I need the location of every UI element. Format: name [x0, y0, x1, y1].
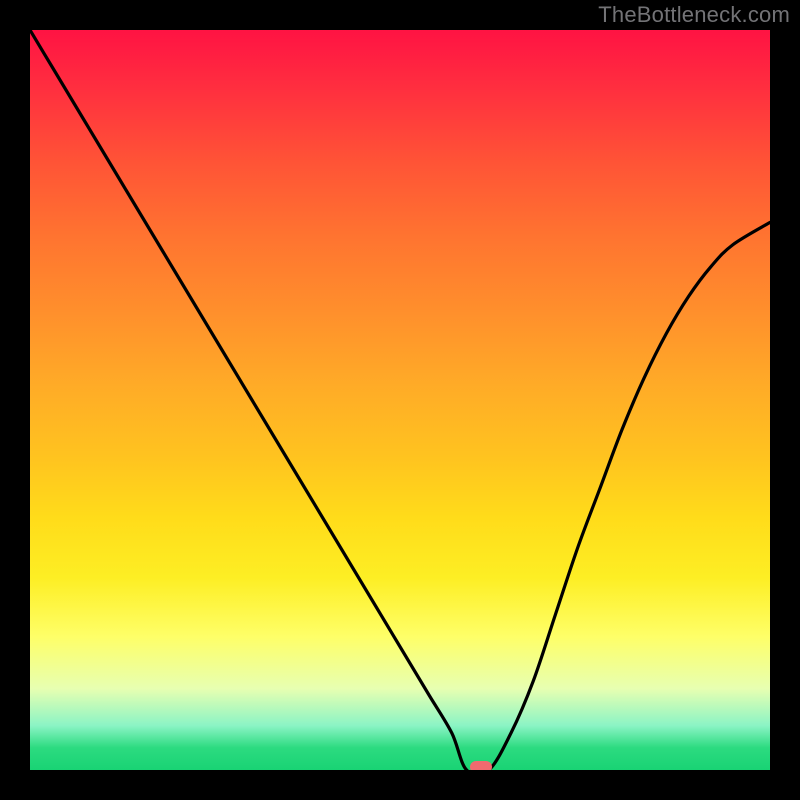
- optimal-point-marker: [470, 761, 492, 770]
- plot-area: [30, 30, 770, 770]
- watermark-text: TheBottleneck.com: [598, 2, 790, 28]
- chart-frame: TheBottleneck.com: [0, 0, 800, 800]
- bottleneck-curve: [30, 30, 770, 770]
